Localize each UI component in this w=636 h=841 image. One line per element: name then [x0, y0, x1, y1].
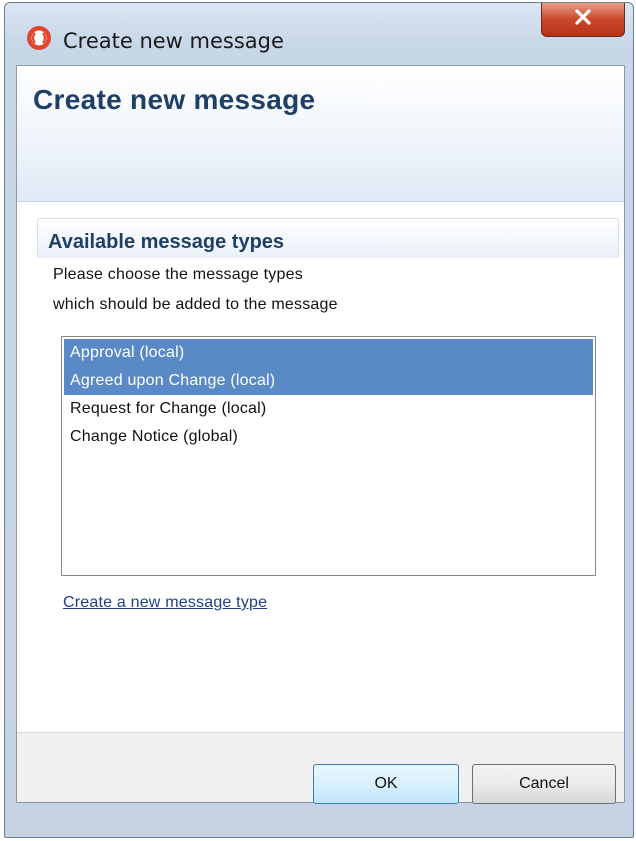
list-item[interactable]: Request for Change (local) [64, 395, 593, 423]
ok-button[interactable]: OK [313, 764, 459, 804]
page-title: Create new message [33, 84, 316, 115]
section-title: Available message types [48, 231, 285, 253]
dialog-window: Create new message Create new message Av… [4, 2, 634, 838]
title-bar[interactable]: Create new message [5, 3, 633, 65]
close-icon [572, 7, 594, 32]
cancel-button[interactable]: Cancel [472, 764, 616, 804]
close-button[interactable] [541, 3, 625, 37]
dialog-footer: OK Cancel [17, 732, 624, 804]
list-item[interactable]: Change Notice (global) [64, 423, 593, 451]
dialog-header: Create new message [17, 66, 624, 202]
instruction-text-line1: Please choose the message types [53, 266, 303, 283]
list-item[interactable]: Agreed upon Change (local) [64, 367, 593, 395]
create-message-type-link[interactable]: Create a new message type [63, 594, 267, 612]
window-title: Create new message [63, 29, 284, 53]
section-header: Available message types [37, 218, 619, 258]
instruction-text-line2: which should be added to the message [53, 296, 338, 313]
list-item[interactable]: Approval (local) [64, 339, 593, 367]
message-types-listbox[interactable]: Approval (local) Agreed upon Change (loca… [61, 336, 596, 576]
dialog-body: Create new message Available message typ… [16, 65, 625, 804]
app-logo-icon [25, 24, 53, 52]
